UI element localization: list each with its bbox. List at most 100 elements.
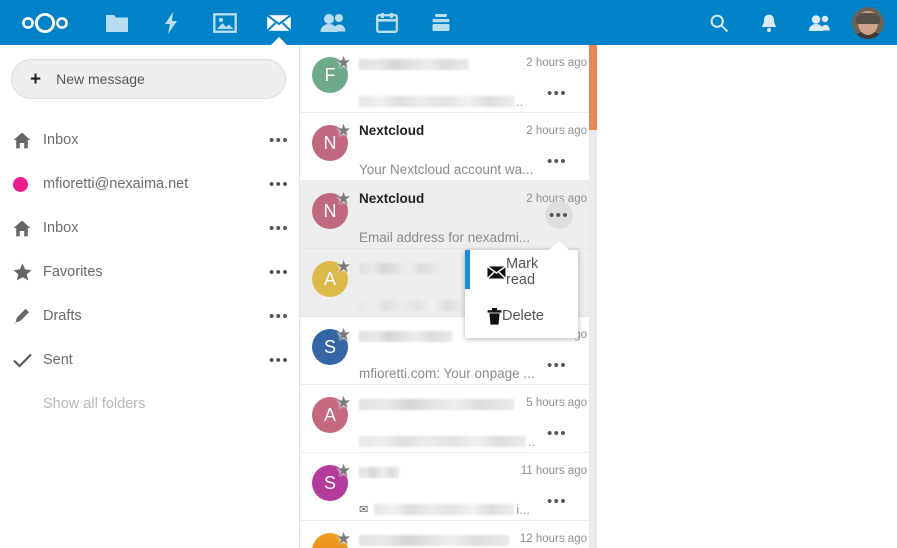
list-scrollbar-thumb[interactable] xyxy=(589,45,597,130)
sidebar-item-drafts[interactable]: Drafts ••• xyxy=(0,294,299,338)
timestamp: 11 hours ago xyxy=(520,465,587,477)
star-icon xyxy=(13,263,43,281)
menu-pointer xyxy=(549,241,569,250)
sidebar-item-label: mfioretti@nexaima.net xyxy=(43,176,189,192)
message-row-menu-button[interactable]: ••• xyxy=(543,147,571,175)
message-row-menu-button[interactable]: ••• xyxy=(543,419,571,447)
menu-item-label: Delete xyxy=(502,308,544,324)
app-header xyxy=(0,0,897,46)
star-icon[interactable]: ★ xyxy=(336,326,351,343)
subject: Your Nextcloud account wa... xyxy=(359,161,534,177)
sender-name-redacted xyxy=(359,59,469,70)
menu-item-label: Mark read xyxy=(506,256,539,288)
subject-ellipsis: .. xyxy=(516,93,524,109)
message-row-menu-button[interactable]: ••• xyxy=(543,351,571,379)
sidebar-item-label: Inbox xyxy=(43,220,79,236)
sidebar-item-label: Sent xyxy=(43,352,73,368)
message-content-pane xyxy=(597,45,897,548)
star-icon[interactable]: ★ xyxy=(336,394,351,411)
sender-name-redacted xyxy=(359,263,439,274)
message-row-top: Nextcloud 2 hours ago xyxy=(312,123,597,145)
sender-name: Nextcloud xyxy=(359,123,425,138)
star-icon[interactable]: ★ xyxy=(336,54,351,71)
star-icon[interactable]: ★ xyxy=(336,190,351,207)
folder-list: Inbox ••• mfioretti@nexaima.net ••• Inbox •••… xyxy=(0,118,299,426)
menu-item-delete[interactable]: Delete xyxy=(465,294,578,338)
message-row[interactable]: N ★ Nextcloud 2 hours ago Email address for … xyxy=(300,181,597,249)
sidebar: + New message Inbox ••• mfioretti@nexaima.… xyxy=(0,45,300,548)
subject-redacted xyxy=(359,95,514,107)
photos-icon[interactable] xyxy=(198,0,252,45)
sidebar-item-label: Drafts xyxy=(43,308,82,324)
nextcloud-logo[interactable] xyxy=(0,0,90,45)
sidebar-item-menu-button[interactable]: ••• xyxy=(269,177,289,192)
pencil-icon xyxy=(13,308,43,325)
contacts-menu-icon[interactable] xyxy=(794,0,844,45)
sidebar-item-inbox[interactable]: Inbox ••• xyxy=(0,118,299,162)
list-scrollbar-track[interactable] xyxy=(589,45,597,548)
message-row-top: 2 hours ago xyxy=(312,55,597,77)
message-row[interactable]: A ★ 5 hours ago.. ••• xyxy=(300,385,597,453)
star-icon[interactable]: ★ xyxy=(336,258,351,275)
sidebar-item-menu-button[interactable]: ••• xyxy=(269,309,289,324)
avatar[interactable] xyxy=(852,6,884,39)
files-icon[interactable] xyxy=(90,0,144,45)
notifications-bell-icon[interactable] xyxy=(744,0,794,45)
new-message-label: New message xyxy=(56,71,145,87)
sidebar-item-sent[interactable]: Sent ••• xyxy=(0,338,299,382)
timestamp: 2 hours ago xyxy=(526,57,587,69)
pink-dot-icon xyxy=(13,176,43,192)
sender-name-redacted xyxy=(359,331,452,342)
menu-item-mark-read[interactable]: Mark read xyxy=(465,250,578,294)
sidebar-item-menu-button[interactable]: ••• xyxy=(269,133,289,148)
sidebar-item-menu-button[interactable]: ••• xyxy=(269,221,289,236)
message-row[interactable]: ★12 hours ago••• xyxy=(300,521,597,548)
deck-icon[interactable] xyxy=(414,0,468,45)
sidebar-item-menu-button[interactable]: ••• xyxy=(269,265,289,280)
check-icon xyxy=(13,353,43,368)
timestamp: 5 hours ago xyxy=(526,397,587,409)
envelope-icon: ✉ xyxy=(359,503,369,516)
message-row-menu-button[interactable]: ••• xyxy=(545,201,573,229)
sidebar-item-mfioretti-nexaima-net[interactable]: mfioretti@nexaima.net ••• xyxy=(0,162,299,206)
sender-name-redacted xyxy=(359,467,399,478)
activity-icon[interactable] xyxy=(144,0,198,45)
message-row[interactable]: N ★ Nextcloud 2 hours ago Your Nextcloud acc… xyxy=(300,113,597,181)
sidebar-item-show-all-folders[interactable]: Show all folders xyxy=(0,382,299,426)
calendar-icon[interactable] xyxy=(360,0,414,45)
row-context-menu: Mark read Delete xyxy=(465,241,578,338)
message-row-top: 12 hours ago xyxy=(312,531,597,548)
mail-app-window: + New message Inbox ••• mfioretti@nexaima.… xyxy=(0,0,897,548)
subject: mfioretti.com: Your onpage ... xyxy=(359,365,534,381)
sender-name-redacted xyxy=(359,535,509,546)
subject: Email address for nexadmi... xyxy=(359,229,531,245)
timestamp: 12 hours ago xyxy=(519,533,587,545)
envelope-icon xyxy=(487,265,506,279)
sender-name: Nextcloud xyxy=(359,191,425,206)
star-icon[interactable]: ★ xyxy=(336,530,351,547)
sidebar-item-label: Show all folders xyxy=(43,396,146,412)
new-message-button[interactable]: + New message xyxy=(11,59,286,99)
message-row-menu-button[interactable]: ••• xyxy=(543,79,571,107)
search-icon[interactable] xyxy=(694,0,744,45)
home-icon xyxy=(13,132,43,149)
header-actions xyxy=(694,0,897,45)
sidebar-item-favorites[interactable]: Favorites ••• xyxy=(0,250,299,294)
star-icon[interactable]: ★ xyxy=(336,122,351,139)
home-icon xyxy=(13,220,43,237)
subject-ellipsis: i... xyxy=(516,501,530,517)
message-row[interactable]: S ★ 11 hours ago ✉ i... ••• xyxy=(300,453,597,521)
sidebar-item-label: Favorites xyxy=(43,264,103,280)
sidebar-item-inbox[interactable]: Inbox ••• xyxy=(0,206,299,250)
app-navigation xyxy=(90,0,468,46)
menu-accent-bar xyxy=(465,250,470,289)
subject-redacted xyxy=(374,503,515,515)
sidebar-item-menu-button[interactable]: ••• xyxy=(269,353,289,368)
message-row[interactable]: F ★ 2 hours ago.. ••• xyxy=(300,45,597,113)
timestamp: 2 hours ago xyxy=(526,125,587,137)
subject-ellipsis: .. xyxy=(528,433,536,449)
star-icon[interactable]: ★ xyxy=(336,462,351,479)
mail-icon[interactable] xyxy=(252,0,306,46)
contacts-icon[interactable] xyxy=(306,0,360,45)
message-row-menu-button[interactable]: ••• xyxy=(543,487,571,515)
